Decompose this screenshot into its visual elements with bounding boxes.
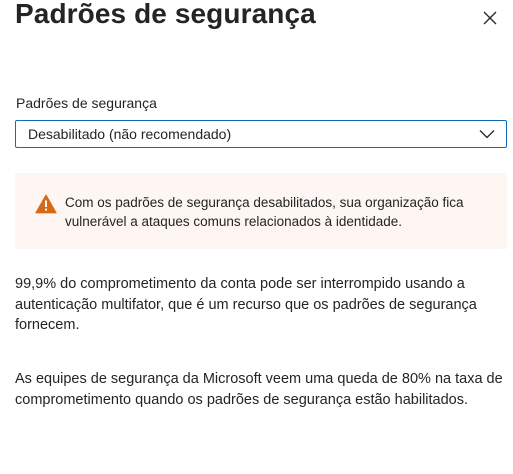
panel-title: Padrões de segurança [15, 0, 316, 29]
dropdown-selected-value: Desabilitado (não recomendado) [28, 126, 232, 142]
chevron-down-icon [478, 125, 496, 143]
security-defaults-dropdown[interactable]: Desabilitado (não recomendado) [15, 120, 507, 148]
warning-icon [35, 194, 57, 214]
warning-banner: Com os padrões de segurança desabilitado… [15, 173, 507, 249]
warning-text: Com os padrões de segurança desabilitado… [65, 195, 464, 229]
info-paragraph-compromise: As equipes de segurança da Microsoft vee… [15, 371, 503, 408]
close-icon [483, 11, 497, 25]
close-button[interactable] [478, 6, 502, 30]
security-defaults-label: Padrões de segurança [16, 95, 157, 111]
info-paragraph-mfa: 99,9% do comprometimento da conta pode s… [15, 276, 477, 333]
